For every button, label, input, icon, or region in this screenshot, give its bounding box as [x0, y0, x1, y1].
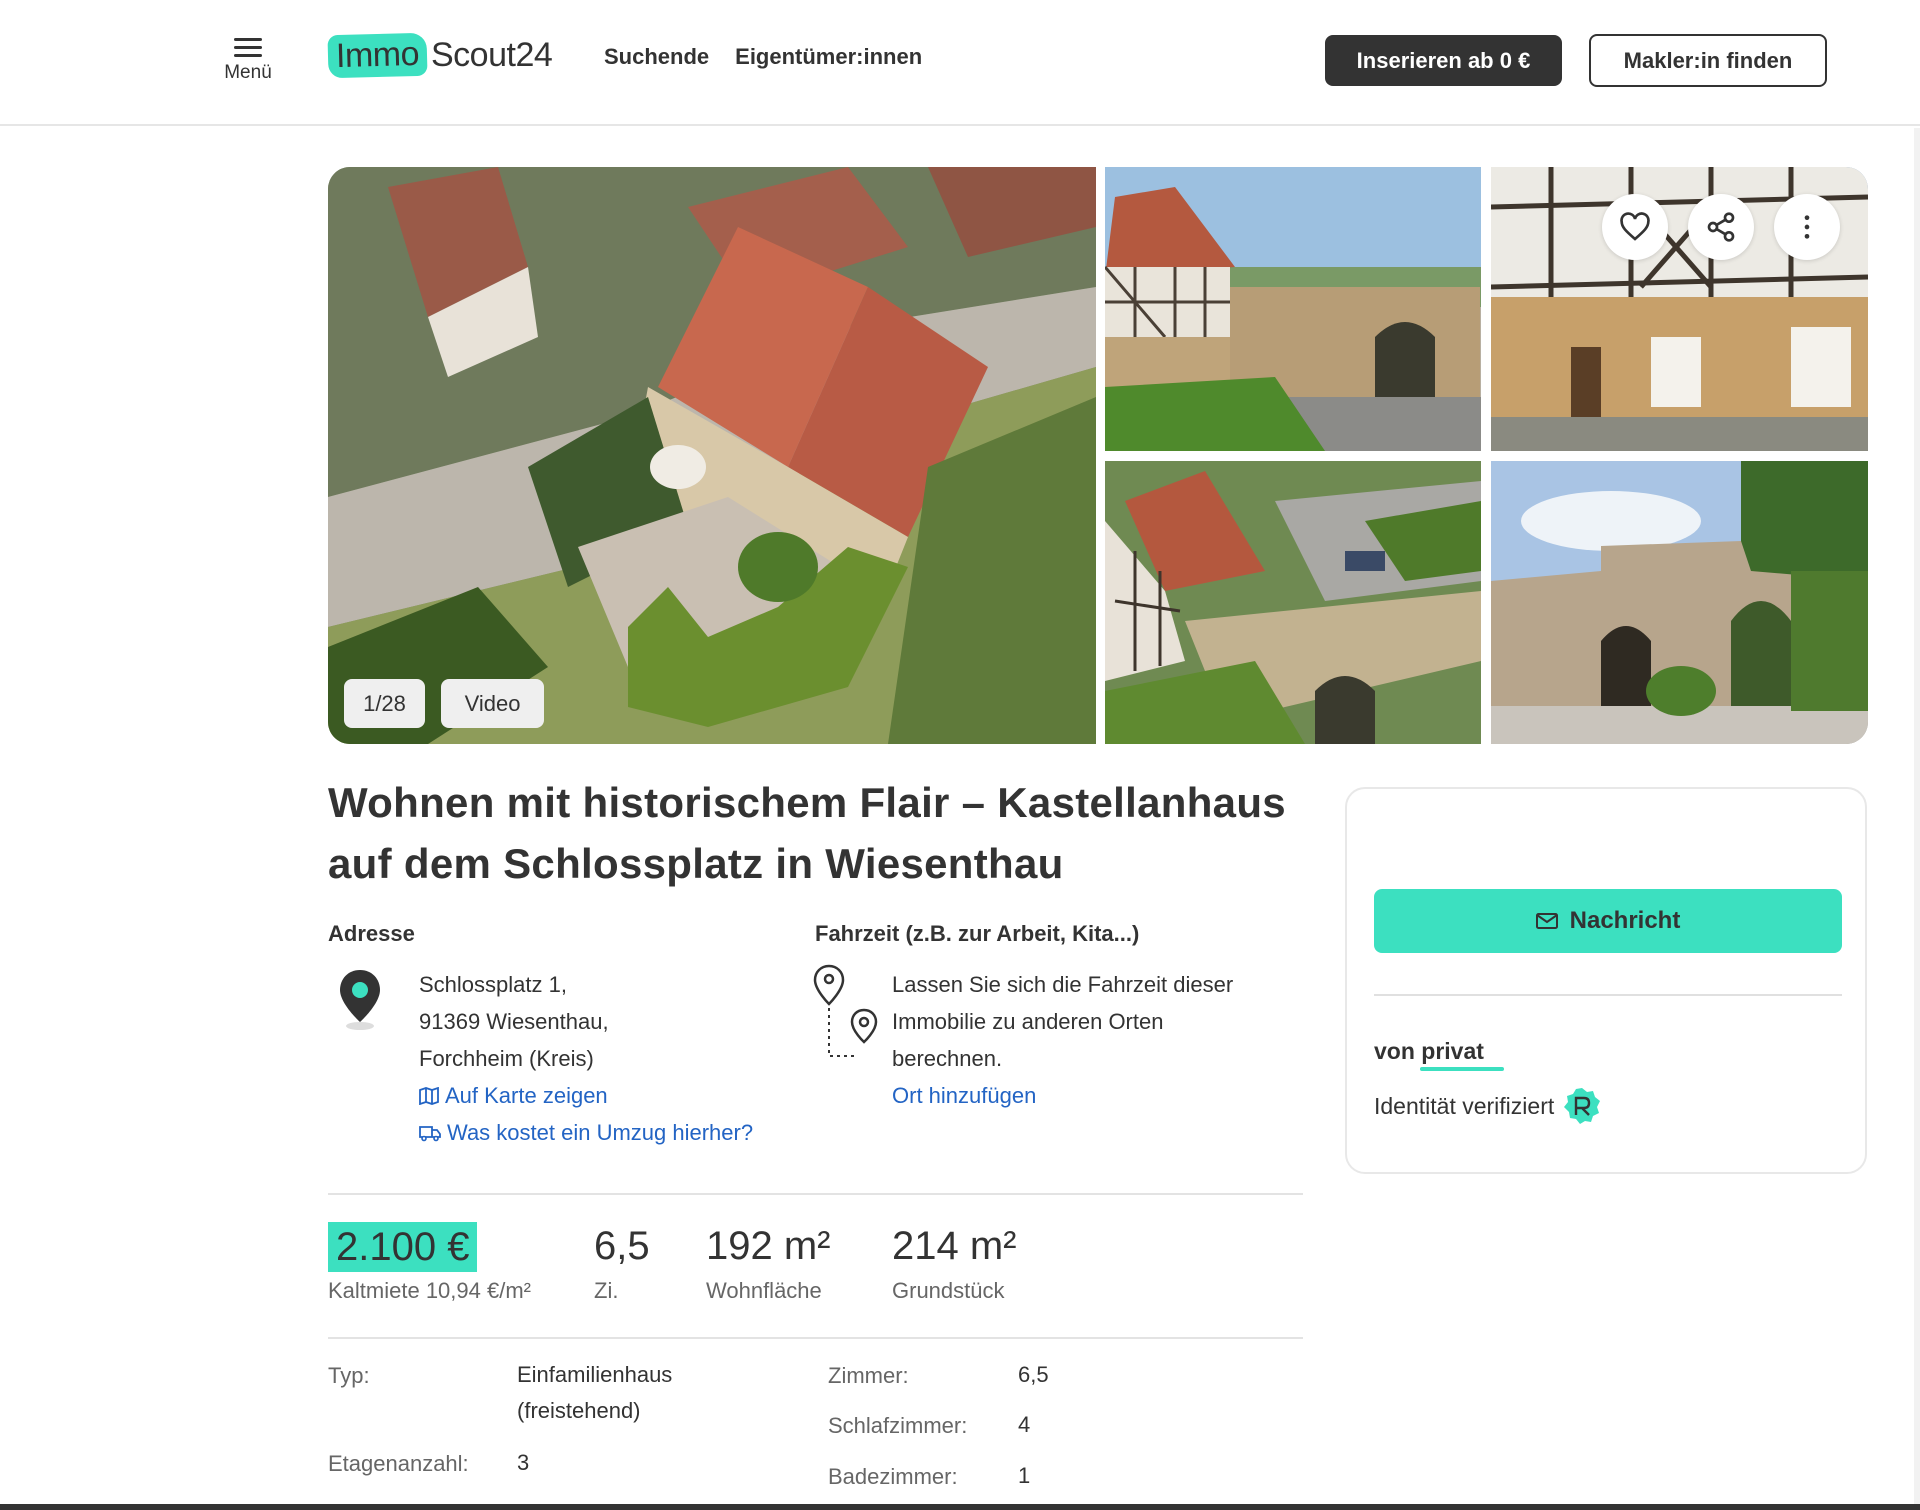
menu-button[interactable]: Menü	[212, 34, 284, 84]
address-city: 91369 Wiesenthau,	[419, 1009, 609, 1034]
bathrooms-label: Badezimmer:	[828, 1464, 958, 1489]
main-nav: Suchende Eigentümer:innen	[604, 44, 922, 70]
gallery-photo-2[interactable]	[1105, 167, 1481, 451]
commute-block: Lassen Sie sich die Fahrzeit dieser Immo…	[892, 966, 1292, 1114]
envelope-icon	[1535, 913, 1558, 929]
show-on-map-link[interactable]: Auf Karte zeigen	[419, 1077, 753, 1114]
type-value-line-1: Einfamilienhaus	[517, 1362, 673, 1387]
gallery-photo-4[interactable]	[1105, 461, 1481, 744]
bedrooms-label: Schlafzimmer:	[828, 1413, 968, 1438]
price-label: Kaltmiete 10,94 €/m²	[328, 1278, 531, 1303]
location-pin-icon	[340, 970, 380, 1030]
commute-text-line-2: Immobilie zu anderen Orten	[892, 1009, 1164, 1034]
moving-cost-label: Was kostet ein Umzug hierher?	[447, 1120, 754, 1145]
provider-type: von privat	[1374, 1038, 1484, 1065]
address-street: Schlossplatz 1,	[419, 972, 567, 997]
commute-text-line-1: Lassen Sie sich die Fahrzeit dieser	[892, 972, 1234, 997]
price-value: 2.100 €	[328, 1222, 478, 1272]
insert-listing-button[interactable]: Inserieren ab 0 €	[1325, 35, 1562, 86]
rooms-detail-value: 6,5	[1018, 1362, 1049, 1387]
bedrooms-value: 4	[1018, 1412, 1031, 1437]
type-label: Typ:	[328, 1363, 370, 1388]
card-divider	[1374, 994, 1842, 996]
provider-underline	[1420, 1067, 1504, 1071]
rooms-detail-label: Zimmer:	[828, 1363, 909, 1388]
address-block: Schlossplatz 1, 91369 Wiesenthau, Forchh…	[419, 966, 753, 1151]
provider-value: privat	[1421, 1038, 1484, 1064]
plot-area-label: Grundstück	[892, 1278, 1005, 1303]
route-pins-icon	[813, 964, 878, 1057]
logo-immo-text: Immo	[327, 32, 428, 78]
living-area-label: Wohnfläche	[706, 1278, 822, 1303]
commute-heading: Fahrzeit (z.B. zur Arbeit, Kita...)	[815, 921, 1140, 946]
favorite-button[interactable]	[1602, 194, 1668, 260]
moving-truck-icon	[419, 1125, 441, 1141]
address-heading: Adresse	[328, 921, 415, 946]
listing-title-line-1: Wohnen mit historischem Flair – Kastella…	[328, 779, 1286, 826]
contact-card: Nachricht von privat Identität verifizie…	[1345, 787, 1867, 1174]
commute-text-line-3: berechnen.	[892, 1046, 1003, 1071]
type-value-line-2: (freistehend)	[517, 1398, 641, 1423]
message-button[interactable]: Nachricht	[1374, 889, 1842, 953]
show-on-map-label: Auf Karte zeigen	[445, 1083, 608, 1108]
more-vertical-icon	[1804, 215, 1810, 239]
top-header: Menü Immo Scout24 Suchende Eigentümer:in…	[0, 0, 1920, 126]
gallery-main-photo[interactable]	[328, 167, 1096, 744]
menu-label: Menü	[224, 62, 272, 83]
page-scroll-edge	[1914, 128, 1920, 1504]
floors-label: Etagenanzahl:	[328, 1451, 469, 1476]
page: Menü Immo Scout24 Suchende Eigentümer:in…	[0, 0, 1920, 1510]
address-district: Forchheim (Kreis)	[419, 1046, 594, 1071]
add-location-link[interactable]: Ort hinzufügen	[892, 1077, 1292, 1114]
window-bottom-border	[0, 1504, 1920, 1510]
plot-area-value: 214 m²	[892, 1224, 1017, 1268]
share-button[interactable]	[1688, 194, 1754, 260]
message-button-label: Nachricht	[1569, 907, 1681, 934]
map-icon	[419, 1086, 439, 1105]
section-divider-2	[328, 1337, 1303, 1339]
verified-badge-icon	[1564, 1088, 1601, 1124]
living-area-value: 192 m²	[706, 1224, 831, 1268]
identity-verified-label: Identität verifiziert	[1374, 1092, 1555, 1119]
moving-cost-link[interactable]: Was kostet ein Umzug hierher?	[419, 1114, 753, 1151]
immoscout24-logo[interactable]: Immo Scout24	[327, 30, 553, 80]
gallery-photo-5[interactable]	[1491, 461, 1868, 744]
rooms-value: 6,5	[594, 1224, 650, 1268]
video-button[interactable]: Video	[441, 679, 544, 728]
identity-verified: Identität verifiziert	[1374, 1086, 1602, 1126]
more-options-button[interactable]	[1774, 194, 1840, 260]
provider-prefix: von	[1374, 1038, 1422, 1064]
bathrooms-value: 1	[1018, 1463, 1031, 1488]
hamburger-icon	[234, 34, 262, 58]
heart-icon	[1620, 212, 1650, 241]
listing-title-line-2: auf dem Schlossplatz in Wiesenthau	[328, 840, 1064, 887]
share-icon	[1707, 212, 1735, 242]
logo-scout-text: Scout24	[431, 35, 553, 74]
find-agent-button[interactable]: Makler:in finden	[1589, 34, 1827, 87]
type-value: Einfamilienhaus (freistehend)	[517, 1357, 672, 1429]
nav-suchende[interactable]: Suchende	[604, 44, 709, 70]
section-divider-1	[328, 1193, 1303, 1195]
nav-eigentuemer[interactable]: Eigentümer:innen	[735, 44, 922, 70]
rooms-label: Zi.	[594, 1278, 619, 1303]
floors-value: 3	[517, 1450, 530, 1475]
photo-counter[interactable]: 1/28	[344, 679, 425, 728]
listing-title: Wohnen mit historischem Flair – Kastella…	[328, 772, 1308, 894]
